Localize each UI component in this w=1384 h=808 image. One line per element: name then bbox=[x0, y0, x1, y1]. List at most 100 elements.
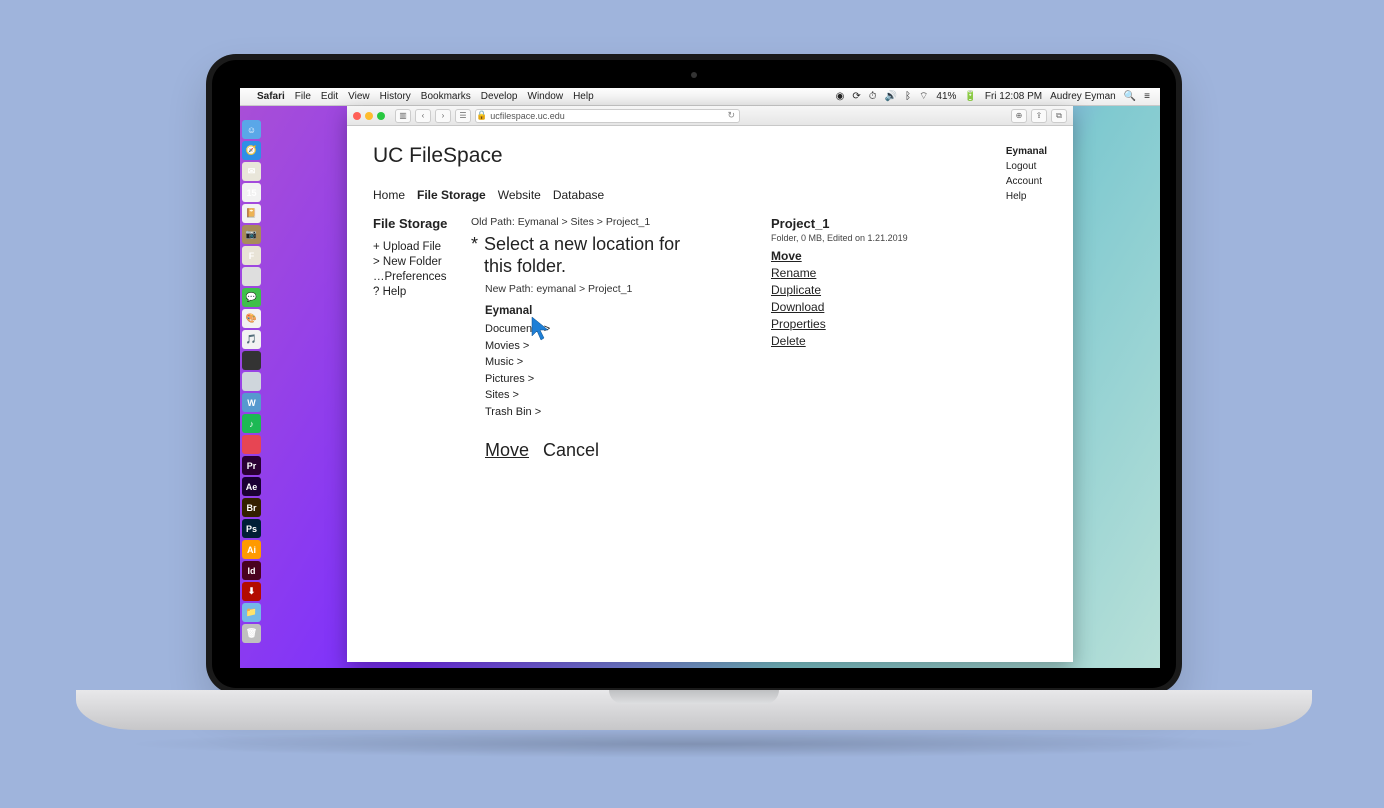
dock-app-icon[interactable] bbox=[242, 372, 261, 391]
tab-database[interactable]: Database bbox=[553, 188, 604, 202]
dock-app-icon[interactable]: 🎨 bbox=[242, 309, 261, 328]
dock-app-icon[interactable]: ♪ bbox=[242, 414, 261, 433]
menubar-bookmarks[interactable]: Bookmarks bbox=[421, 91, 471, 102]
menubar-window[interactable]: Window bbox=[528, 91, 564, 102]
prompt-text: Select a new location for this folder. bbox=[484, 234, 684, 277]
menubar-develop[interactable]: Develop bbox=[481, 91, 518, 102]
dock-app-icon[interactable]: 📷 bbox=[242, 225, 261, 244]
dock-app-icon[interactable]: 🗑 bbox=[242, 624, 261, 643]
menubar-edit[interactable]: Edit bbox=[321, 91, 338, 102]
url-host: ucfilespace.uc.edu bbox=[490, 111, 565, 121]
dock-app-icon[interactable]: ✉ bbox=[242, 162, 261, 181]
menubar-app[interactable]: Safari bbox=[257, 91, 285, 102]
dock-app-icon[interactable] bbox=[242, 267, 261, 286]
op-rename[interactable]: Rename bbox=[771, 266, 951, 280]
cancel-button[interactable]: Cancel bbox=[543, 440, 599, 461]
dock-app-icon[interactable]: ☺ bbox=[242, 120, 261, 139]
new-folder-link[interactable]: > New Folder bbox=[373, 256, 471, 268]
share-button[interactable]: ⇪ bbox=[1031, 109, 1047, 123]
preferences-link[interactable]: …Preferences bbox=[373, 271, 471, 283]
upload-file-link[interactable]: + Upload File bbox=[373, 241, 471, 253]
dock-app-icon[interactable]: 🧭 bbox=[242, 141, 261, 160]
sidebar: File Storage + Upload File > New Folder … bbox=[373, 216, 471, 301]
tab-website[interactable]: Website bbox=[498, 188, 541, 202]
menubar-history[interactable]: History bbox=[380, 91, 411, 102]
status-icon[interactable]: ⟳ bbox=[852, 91, 860, 102]
dir-documents[interactable]: Documents > bbox=[485, 321, 771, 338]
dock-app-icon[interactable]: 📁 bbox=[242, 603, 261, 622]
safari-window: ▥ ‹ › ☰ 🔒 ucfilespace.uc.edu ↻ ⊕ ⇪ ⧉ UC … bbox=[347, 106, 1073, 662]
page-content: UC FileSpace Eymanal Logout Account Help… bbox=[347, 126, 1073, 662]
dock-app-icon[interactable]: Pr bbox=[242, 456, 261, 475]
battery-icon[interactable]: 🔋 bbox=[964, 91, 976, 102]
volume-icon[interactable]: 🔊 bbox=[885, 91, 897, 102]
dir-sites[interactable]: Sites > bbox=[485, 387, 771, 404]
move-button[interactable]: Move bbox=[485, 440, 529, 461]
account-link[interactable]: Account bbox=[1006, 174, 1047, 189]
op-move[interactable]: Move bbox=[771, 249, 951, 263]
laptop-frame: Safari File Edit View History Bookmarks … bbox=[206, 54, 1182, 694]
address-bar[interactable]: 🔒 ucfilespace.uc.edu ↻ bbox=[475, 109, 740, 123]
help-link[interactable]: Help bbox=[1006, 189, 1047, 204]
bluetooth-icon[interactable]: ᛒ bbox=[905, 91, 911, 102]
dock-app-icon[interactable]: W bbox=[242, 393, 261, 412]
user-name[interactable]: Audrey Eyman bbox=[1050, 91, 1116, 102]
dir-trash[interactable]: Trash Bin > bbox=[485, 404, 771, 421]
menubar-view[interactable]: View bbox=[348, 91, 370, 102]
back-button[interactable]: ‹ bbox=[415, 109, 431, 123]
zoom-window-button[interactable] bbox=[377, 112, 385, 120]
clock[interactable]: Fri 12:08 PM bbox=[985, 91, 1042, 102]
new-path: New Path: eymanal > Project_1 bbox=[485, 283, 771, 295]
dock-app-icon[interactable]: Br bbox=[242, 498, 261, 517]
item-meta: Folder, 0 MB, Edited on 1.21.2019 bbox=[771, 233, 951, 243]
dock-app-icon[interactable]: ⬇ bbox=[242, 582, 261, 601]
bookmarks-button[interactable]: ☰ bbox=[455, 109, 471, 123]
laptop-base bbox=[76, 690, 1312, 730]
dock-app-icon[interactable]: 💬 bbox=[242, 288, 261, 307]
logout-link[interactable]: Logout bbox=[1006, 159, 1047, 174]
dock-app-icon[interactable]: Ae bbox=[242, 477, 261, 496]
dir-pictures[interactable]: Pictures > bbox=[485, 371, 771, 388]
help-link[interactable]: ? Help bbox=[373, 286, 471, 298]
forward-button[interactable]: › bbox=[435, 109, 451, 123]
menubar-help[interactable]: Help bbox=[573, 91, 594, 102]
op-download[interactable]: Download bbox=[771, 300, 951, 314]
required-mark: * bbox=[471, 234, 478, 256]
wifi-icon[interactable]: ⌔ bbox=[919, 90, 928, 103]
spotlight-icon[interactable]: 🔍 bbox=[1124, 91, 1136, 102]
menu-icon[interactable]: ≡ bbox=[1144, 91, 1150, 102]
user-menu: Eymanal Logout Account Help bbox=[1006, 144, 1047, 204]
status-icon[interactable]: ◉ bbox=[836, 91, 845, 102]
close-window-button[interactable] bbox=[353, 112, 361, 120]
menubar-file[interactable]: File bbox=[295, 91, 311, 102]
dock-app-icon[interactable]: Ps bbox=[242, 519, 261, 538]
op-delete[interactable]: Delete bbox=[771, 334, 951, 348]
battery-percent[interactable]: 41% bbox=[936, 91, 956, 102]
dir-music[interactable]: Music > bbox=[485, 354, 771, 371]
op-duplicate[interactable]: Duplicate bbox=[771, 283, 951, 297]
sidebar-button[interactable]: ▥ bbox=[395, 109, 411, 123]
root-folder[interactable]: Eymanal bbox=[485, 305, 771, 317]
tabs-button[interactable]: ⧉ bbox=[1051, 109, 1067, 123]
lock-icon: 🔒 bbox=[476, 110, 487, 121]
dock-app-icon[interactable]: 15 bbox=[242, 183, 261, 202]
dock-app-icon[interactable]: 🎵 bbox=[242, 330, 261, 349]
tab-home[interactable]: Home bbox=[373, 188, 405, 202]
item-title: Project_1 bbox=[771, 216, 951, 231]
minimize-window-button[interactable] bbox=[365, 112, 373, 120]
sidebar-heading: File Storage bbox=[373, 216, 471, 231]
reload-icon[interactable]: ↻ bbox=[727, 110, 739, 121]
dock-app-icon[interactable]: Ai bbox=[242, 540, 261, 559]
dock-app-icon[interactable]: 📔 bbox=[242, 204, 261, 223]
dock-app-icon[interactable]: F bbox=[242, 246, 261, 265]
dir-movies[interactable]: Movies > bbox=[485, 338, 771, 355]
desktop-screen: Safari File Edit View History Bookmarks … bbox=[240, 88, 1160, 668]
op-properties[interactable]: Properties bbox=[771, 317, 951, 331]
status-icon[interactable]: ⏱ bbox=[869, 91, 877, 102]
reader-button[interactable]: ⊕ bbox=[1011, 109, 1027, 123]
dock-app-icon[interactable] bbox=[242, 435, 261, 454]
dock-app-icon[interactable]: Id bbox=[242, 561, 261, 580]
old-path: Old Path: Eymanal > Sites > Project_1 bbox=[471, 216, 771, 228]
tab-file-storage[interactable]: File Storage bbox=[417, 188, 486, 202]
dock-app-icon[interactable] bbox=[242, 351, 261, 370]
